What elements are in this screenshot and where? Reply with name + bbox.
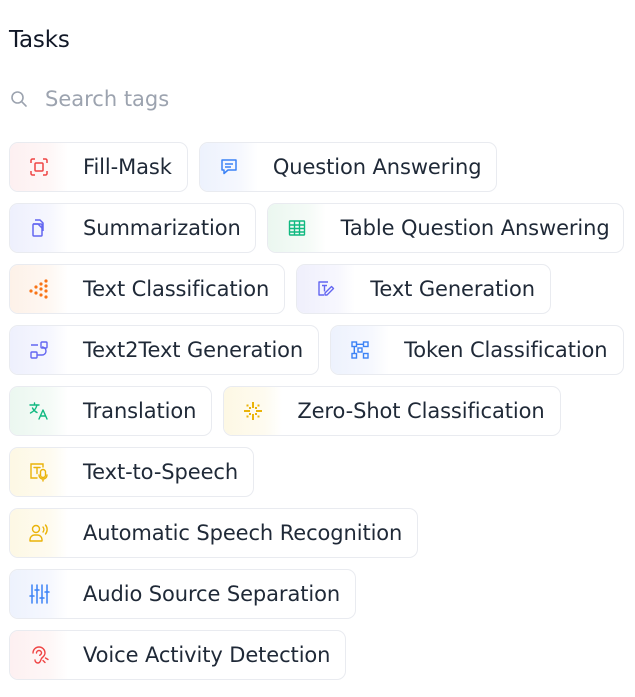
tag-label: Text2Text Generation <box>83 338 304 362</box>
documents-icon <box>10 204 68 252</box>
tag-label: Text Generation <box>370 277 536 301</box>
tag-label: Text-to-Speech <box>83 460 239 484</box>
text-to-text-icon <box>10 326 68 374</box>
search-icon <box>9 89 29 109</box>
search-input[interactable] <box>45 87 405 111</box>
page-title: Tasks <box>9 27 70 53</box>
tag-summarization[interactable]: Summarization <box>9 203 256 253</box>
dots-classification-icon <box>10 265 68 313</box>
sparkle-grid-icon <box>224 387 283 435</box>
tag-label: Voice Activity Detection <box>83 643 331 667</box>
tag-token-classification[interactable]: Token Classification <box>330 325 624 375</box>
speaker-person-icon <box>10 509 68 557</box>
tag-label: Question Answering <box>272 155 482 179</box>
text-edit-icon <box>297 265 356 313</box>
tag-text-to-speech[interactable]: Text-to-Speech <box>9 447 255 497</box>
search-bar <box>9 84 429 114</box>
tag-label: Text Classification <box>83 277 270 301</box>
text-speech-icon <box>10 448 68 496</box>
tag-label: Summarization <box>83 216 241 240</box>
tag-audio-source-separation[interactable]: Audio Source Separation <box>9 569 357 619</box>
fill-mask-icon <box>10 143 68 191</box>
task-tag-list: Fill-Mask Question Answering Summarizati… <box>9 142 635 691</box>
tag-automatic-speech-recognition[interactable]: Automatic Speech Recognition <box>9 508 419 558</box>
tag-label: Token Classification <box>404 338 608 362</box>
tag-label: Translation <box>83 399 197 423</box>
tag-zero-shot-classification[interactable]: Zero-Shot Classification <box>223 386 561 436</box>
tag-text-generation[interactable]: Text Generation <box>296 264 552 314</box>
chat-bubble-icon <box>199 143 258 191</box>
table-icon <box>267 204 326 252</box>
translate-icon <box>10 387 68 435</box>
tag-text-classification[interactable]: Text Classification <box>9 264 286 314</box>
tag-label: Fill-Mask <box>83 155 172 179</box>
tag-label: Audio Source Separation <box>83 582 341 606</box>
tag-label: Table Question Answering <box>340 216 610 240</box>
tag-label: Automatic Speech Recognition <box>83 521 403 545</box>
token-grid-icon <box>331 326 390 374</box>
tag-text2text-generation[interactable]: Text2Text Generation <box>9 325 320 375</box>
tag-fill-mask[interactable]: Fill-Mask <box>9 142 188 192</box>
sliders-icon <box>10 570 68 618</box>
tag-question-answering[interactable]: Question Answering <box>198 142 498 192</box>
tag-label: Zero-Shot Classification <box>297 399 545 423</box>
tag-voice-activity-detection[interactable]: Voice Activity Detection <box>9 630 347 680</box>
tag-table-question-answering[interactable]: Table Question Answering <box>266 203 624 253</box>
tag-translation[interactable]: Translation <box>9 386 213 436</box>
ear-icon <box>10 631 68 679</box>
